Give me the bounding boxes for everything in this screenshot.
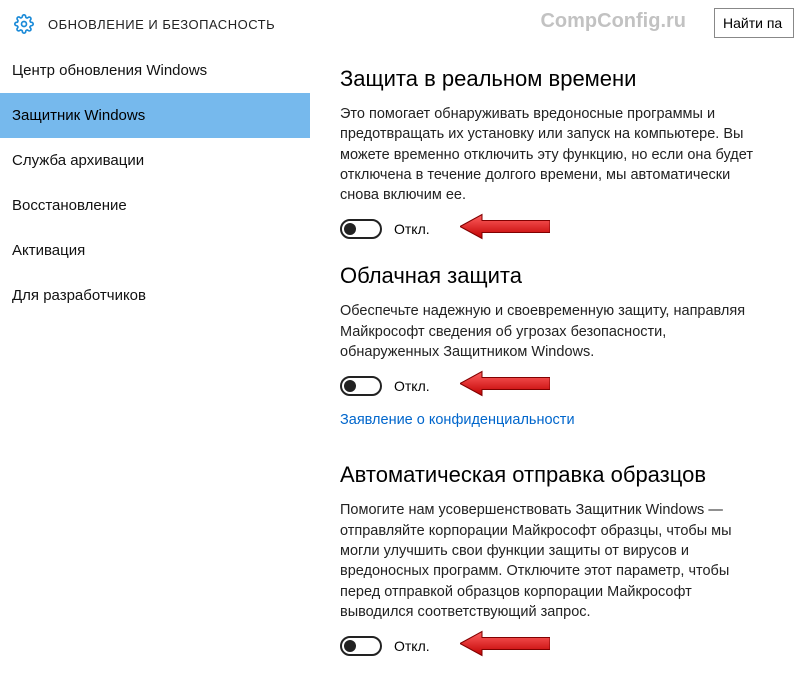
section-title-samples: Автоматическая отправка образцов	[340, 462, 770, 488]
section-text-samples: Помогите нам усовершенствовать Защитник …	[340, 500, 760, 622]
section-text-cloud: Обеспечьте надежную и своевременную защи…	[340, 301, 760, 362]
section-title-realtime: Защита в реальном времени	[340, 66, 770, 92]
toggle-cloud[interactable]	[340, 376, 382, 396]
watermark: CompConfig.ru	[540, 10, 686, 33]
content: Защита в реальном времени Это помогает о…	[310, 48, 794, 688]
section-cloud: Облачная защита Обеспечьте надежную и св…	[340, 263, 770, 438]
section-realtime: Защита в реальном времени Это помогает о…	[340, 66, 770, 239]
toggle-label-samples: Откл.	[394, 638, 430, 654]
settings-gear-icon	[14, 14, 34, 34]
header: ОБНОВЛЕНИЕ И БЕЗОПАСНОСТЬ CompConfig.ru	[0, 0, 794, 48]
toggle-label-cloud: Откл.	[394, 378, 430, 394]
annotation-arrow-icon	[460, 213, 550, 246]
toggle-samples[interactable]	[340, 636, 382, 656]
search-input[interactable]	[714, 8, 794, 38]
annotation-arrow-icon	[460, 370, 550, 403]
sidebar-item-developers[interactable]: Для разработчиков	[0, 273, 310, 318]
sidebar: Центр обновления Windows Защитник Window…	[0, 48, 310, 688]
sidebar-item-windows-defender[interactable]: Защитник Windows	[0, 93, 310, 138]
section-text-realtime: Это помогает обнаруживать вредоносные пр…	[340, 104, 760, 205]
sidebar-item-backup[interactable]: Служба архивации	[0, 138, 310, 183]
sidebar-item-windows-update[interactable]: Центр обновления Windows	[0, 48, 310, 93]
annotation-arrow-icon	[460, 630, 550, 663]
section-samples: Автоматическая отправка образцов Помогит…	[340, 462, 770, 656]
privacy-link[interactable]: Заявление о конфиденциальности	[340, 412, 575, 428]
toggle-realtime[interactable]	[340, 219, 382, 239]
page-title: ОБНОВЛЕНИЕ И БЕЗОПАСНОСТЬ	[48, 17, 275, 32]
sidebar-item-activation[interactable]: Активация	[0, 228, 310, 273]
section-title-cloud: Облачная защита	[340, 263, 770, 289]
sidebar-item-recovery[interactable]: Восстановление	[0, 183, 310, 228]
toggle-label-realtime: Откл.	[394, 221, 430, 237]
